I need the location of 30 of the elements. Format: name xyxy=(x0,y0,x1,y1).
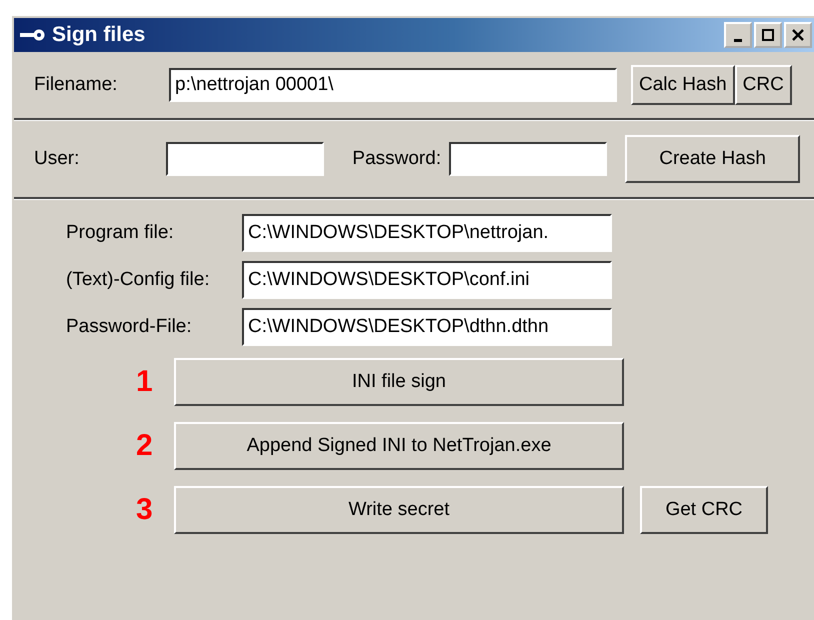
maximize-icon xyxy=(762,29,774,41)
user-field[interactable] xyxy=(166,142,324,176)
close-button[interactable] xyxy=(784,22,812,48)
password-field[interactable] xyxy=(449,142,608,176)
key-icon xyxy=(20,29,46,41)
file-label: Password-File: xyxy=(66,316,193,338)
user-label: User: xyxy=(33,148,80,170)
maximize-button[interactable] xyxy=(754,22,782,48)
file-path-field[interactable]: C:\WINDOWS\DESKTOP\conf.ini xyxy=(242,261,612,299)
file-path-field[interactable]: C:\WINDOWS\DESKTOP\dthn.dthn xyxy=(242,308,612,346)
hash-button[interactable]: Calc Hash xyxy=(631,65,735,105)
file-path-field[interactable]: C:\WINDOWS\DESKTOP\nettrojan. xyxy=(242,214,612,252)
step-number: 3 xyxy=(136,493,154,527)
step-button[interactable]: INI file sign xyxy=(174,358,624,406)
step-button[interactable]: Append Signed INI to NetTrojan.exe xyxy=(174,422,624,470)
file-label: (Text)-Config file: xyxy=(66,269,211,291)
hash-button[interactable]: CRC xyxy=(734,65,792,105)
step-button[interactable]: Write secret xyxy=(174,486,624,534)
create-hash-button[interactable]: Create Hash xyxy=(625,135,800,183)
file-label: Program file: xyxy=(66,222,175,244)
window-title: Sign files xyxy=(52,23,146,47)
step-number: 1 xyxy=(136,365,154,399)
close-icon xyxy=(792,29,804,41)
step-number: 2 xyxy=(136,429,154,463)
minimize-button[interactable] xyxy=(724,22,752,48)
field-label: Filename: xyxy=(33,74,118,96)
minimize-icon xyxy=(734,38,742,42)
password-label: Password: xyxy=(352,148,442,170)
get-crc-button[interactable]: Get CRC xyxy=(640,486,768,534)
filename-field[interactable]: p:\nettrojan 00001\ xyxy=(169,68,617,102)
